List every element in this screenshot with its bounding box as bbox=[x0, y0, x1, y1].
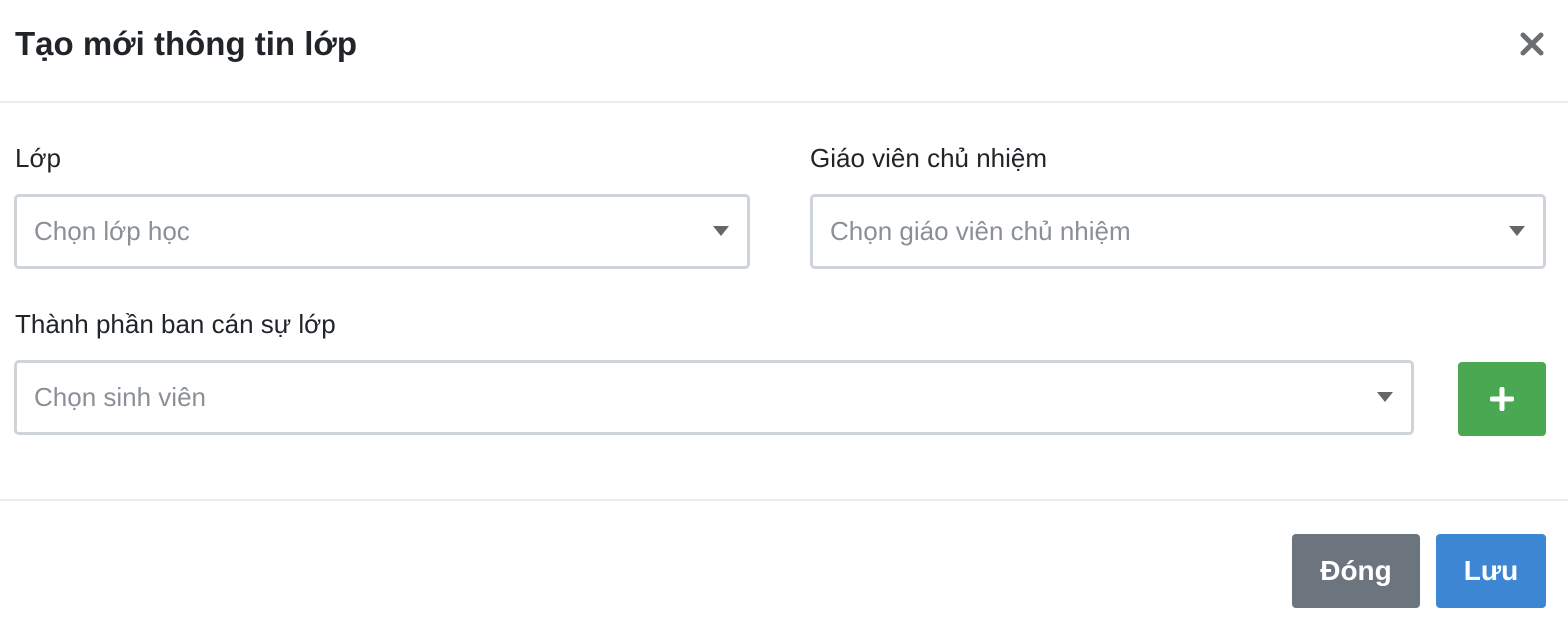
homeroom-teacher-label: Giáo viên chủ nhiệm bbox=[810, 143, 1048, 173]
modal-title: Tạo mới thông tin lớp bbox=[15, 25, 358, 62]
class-select[interactable]: Chọn lớp học bbox=[14, 194, 750, 269]
class-select-placeholder: Chọn lớp học bbox=[34, 216, 190, 246]
student-select-placeholder: Chọn sinh viên bbox=[34, 382, 206, 412]
modal-header: Tạo mới thông tin lớp bbox=[0, 0, 1568, 103]
homeroom-teacher-select-placeholder: Chọn giáo viên chủ nhiệm bbox=[830, 216, 1131, 246]
class-committee-label: Thành phần ban cán sự lớp bbox=[15, 309, 336, 339]
class-label: Lớp bbox=[15, 143, 61, 173]
chevron-down-icon bbox=[1509, 226, 1525, 236]
add-student-button[interactable] bbox=[1458, 362, 1546, 436]
save-button[interactable]: Lưu bbox=[1436, 534, 1546, 608]
student-select[interactable]: Chọn sinh viên bbox=[14, 360, 1414, 435]
plus-icon bbox=[1490, 387, 1514, 411]
chevron-down-icon bbox=[1377, 392, 1393, 402]
close-icon bbox=[1520, 32, 1544, 56]
close-dialog-button[interactable]: Đóng bbox=[1292, 534, 1420, 608]
homeroom-teacher-select[interactable]: Chọn giáo viên chủ nhiệm bbox=[810, 194, 1546, 269]
chevron-down-icon bbox=[713, 226, 729, 236]
close-button[interactable] bbox=[1514, 26, 1550, 62]
